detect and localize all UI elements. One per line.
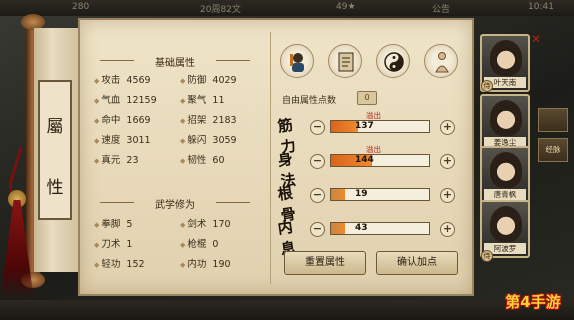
top-status-bar: 280 20周82文 49★ 公告 10:41 (0, 0, 574, 16)
breath-value: 43 (355, 223, 368, 233)
free-points-count: 0 (357, 91, 377, 105)
stat-hp: ◆ 气血 12159 (94, 95, 157, 106)
breath-bar-fill (331, 223, 345, 234)
column-divider (270, 32, 271, 284)
stat-dodge: ◆ 躲闪 3059 (180, 135, 237, 146)
character-portrait-1 (490, 40, 522, 76)
strength-decrease-button[interactable]: − (310, 120, 325, 135)
character-portrait-4 (490, 206, 522, 242)
character-portrait-3 (490, 152, 522, 188)
character-card-3[interactable]: 唐青枫 (480, 146, 530, 204)
martial-lightfoot: ◆ 轻功 152 (94, 259, 145, 270)
stat-defense: ◆ 防御 4029 (180, 75, 237, 86)
breath-bar: 43 (330, 222, 430, 235)
bottom-bar (0, 300, 574, 320)
breath-increase-button[interactable]: + (440, 222, 455, 237)
stat-tenacity: ◆ 韧性 60 (180, 155, 225, 166)
constitution-value: 19 (355, 189, 368, 199)
close-icon[interactable]: ✕ (531, 32, 541, 46)
stat-hit: ◆ 命中 1669 (94, 115, 151, 126)
panel-title-char-2: 性 (46, 178, 64, 198)
watermark-logo: 第4手游 (505, 293, 561, 311)
character-portrait-2 (490, 100, 522, 136)
breath-icon: 内息 (276, 217, 297, 259)
basic-attributes-title: 基础属性 (100, 54, 250, 69)
constitution-icon: 根骨 (276, 183, 297, 225)
side-tab-meridian[interactable]: 经脉 (538, 138, 568, 162)
stat-focus: ◆ 聚气 11 (180, 95, 225, 106)
hud-value-1: 280 (72, 2, 90, 12)
meditate-icon (435, 52, 449, 73)
agility-bar: 144 (330, 154, 430, 167)
character-name-3: 唐青枫 (484, 189, 526, 200)
constitution-increase-button[interactable]: + (440, 188, 455, 203)
tab-meridian[interactable] (424, 44, 458, 78)
agility-increase-button[interactable]: + (440, 154, 455, 169)
agility-value: 144 (355, 155, 374, 165)
side-tab-1[interactable] (538, 108, 568, 132)
warrior-icon (290, 53, 304, 72)
stat-attack: ◆ 攻击 4569 (94, 75, 151, 86)
constitution-decrease-button[interactable]: − (310, 188, 325, 203)
panel-title-char-1: 屬 (46, 117, 64, 137)
martial-blade: ◆ 刀术 1 (94, 239, 133, 250)
stat-parry: ◆ 招架 2183 (180, 115, 237, 126)
stat-speed: ◆ 速度 3011 (94, 135, 151, 146)
stat-true-essence: ◆ 真元 23 (94, 155, 139, 166)
character-badge-1: 侍 (481, 80, 493, 92)
hud-value-3: 49★ (336, 2, 356, 12)
martial-sword: ◆ 剑术 170 (180, 219, 231, 230)
clock: 10:41 (528, 2, 554, 12)
agility-icon: 身法 (276, 149, 297, 191)
tab-internal-arts[interactable] (376, 44, 410, 78)
announcement-link[interactable]: 公告 (432, 2, 450, 15)
character-badge-4: 侍 (481, 250, 493, 262)
martial-spear: ◆ 枪棍 0 (180, 239, 219, 250)
strength-bar: 137 (330, 120, 430, 133)
agility-decrease-button[interactable]: − (310, 154, 325, 169)
strength-icon: 筋力 (276, 115, 297, 157)
tab-character[interactable] (280, 44, 314, 78)
taiji-icon (384, 52, 404, 72)
martial-arts-title: 武学修为 (100, 196, 250, 211)
hud-value-2: 20周82文 (200, 5, 241, 15)
strength-value: 137 (355, 121, 374, 131)
confirm-points-button[interactable]: 确认加点 (376, 251, 458, 275)
reset-attributes-button[interactable]: 重置属性 (284, 251, 366, 275)
martial-inner: ◆ 内功 190 (180, 259, 231, 270)
breath-decrease-button[interactable]: − (310, 222, 325, 237)
attribute-book-icon (338, 52, 354, 72)
character-card-2[interactable]: 姜逸尘 (480, 94, 530, 152)
tab-attributes[interactable] (328, 44, 362, 78)
free-points-label: 自由属性点数 (282, 96, 337, 106)
constitution-bar: 19 (330, 188, 430, 201)
constitution-bar-fill (331, 189, 345, 200)
strength-increase-button[interactable]: + (440, 120, 455, 135)
panel-title-box: 屬 性 (38, 80, 72, 220)
martial-fist: ◆ 拳脚 5 (94, 219, 133, 230)
